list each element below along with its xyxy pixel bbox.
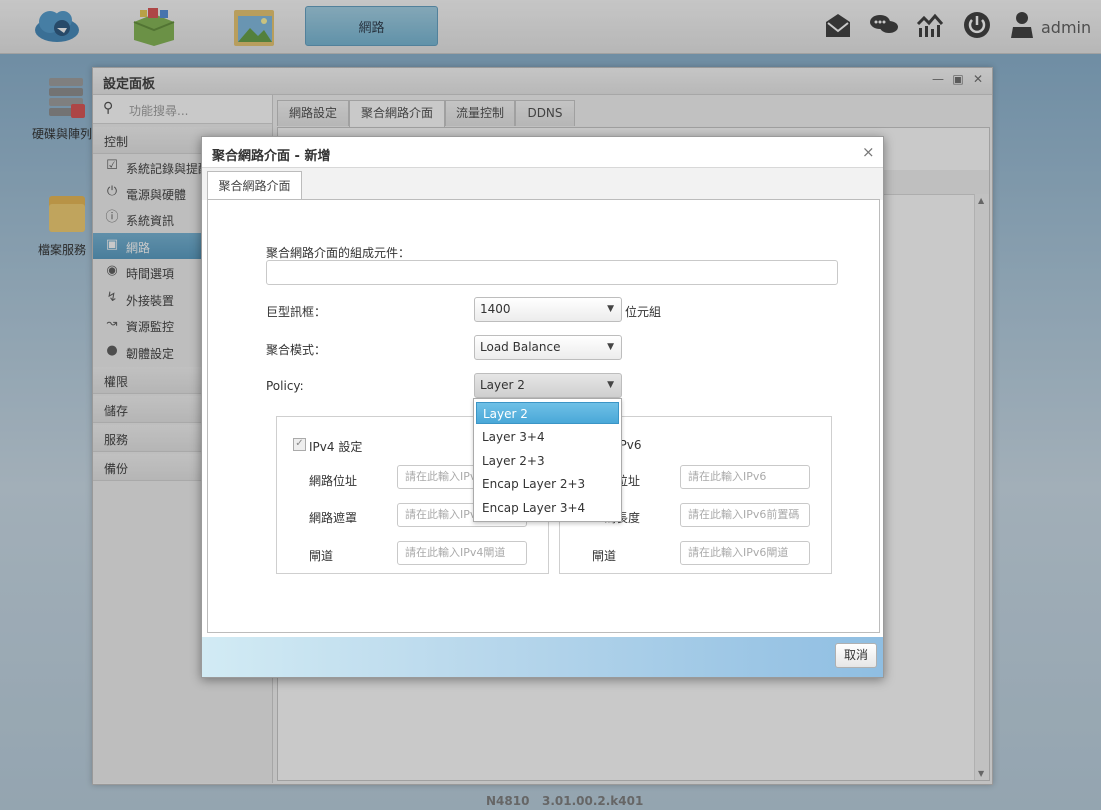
aggregation-mode-value: Load Balance (480, 340, 561, 354)
ipv4-label: IPv4 設定 (309, 440, 363, 454)
dialog-footer: 取消 (202, 637, 883, 677)
ipv6-gateway-label: 閘道 (592, 549, 617, 563)
policy-option-layer2[interactable]: Layer 2 (476, 402, 619, 424)
dialog-tab-label: 聚合網路介面 (218, 179, 291, 193)
dialog-tab-aggregation[interactable]: 聚合網路介面 (207, 171, 302, 200)
cancel-button[interactable]: 取消 (835, 643, 877, 668)
ipv4-mask-label: 網路遮罩 (309, 511, 358, 525)
dialog-close-icon[interactable]: × (862, 143, 875, 161)
dialog-title: 聚合網路介面 - 新增 (212, 149, 331, 164)
members-label: 聚合網路介面的組成元件： (266, 246, 411, 260)
policy-option-encap-layer2-3[interactable]: Encap Layer 2+3 (476, 473, 619, 495)
aggregation-mode-select[interactable]: Load Balance ▼ (474, 335, 622, 360)
jumbo-frame-label: 巨型訊框： (266, 305, 327, 319)
ipv6-address-input[interactable]: 請在此輸入IPv6 (680, 465, 810, 489)
ipv6-prefix-input[interactable]: 請在此輸入IPv6前置碼 (680, 503, 810, 527)
chevron-down-icon: ▼ (607, 342, 614, 352)
ipv4-gateway-label: 閘道 (309, 549, 334, 563)
policy-select[interactable]: Layer 2 ▼ (474, 373, 622, 398)
jumbo-frame-value: 1400 (480, 302, 511, 316)
aggregation-mode-label: 聚合模式： (266, 343, 327, 357)
dialog-tabbar: 聚合網路介面 (202, 168, 883, 200)
policy-label: Policy: (266, 379, 304, 393)
members-field[interactable] (266, 260, 838, 285)
policy-dropdown-list: Layer 2 Layer 3+4 Layer 2+3 Encap Layer … (473, 398, 622, 522)
ipv4-address-label: 網路位址 (309, 474, 358, 488)
chevron-down-icon: ▼ (607, 380, 614, 390)
ipv4-gateway-input[interactable]: 請在此輸入IPv4閘道 (397, 541, 527, 565)
ipv4-checkbox[interactable]: ✓ (293, 438, 306, 451)
jumbo-frame-unit: 位元組 (625, 305, 662, 319)
chevron-down-icon: ▼ (607, 304, 614, 314)
policy-option-layer2-3[interactable]: Layer 2+3 (476, 450, 619, 472)
dialog-titlebar: 聚合網路介面 - 新增 × (202, 137, 883, 168)
jumbo-frame-select[interactable]: 1400 ▼ (474, 297, 622, 322)
ipv6-gateway-input[interactable]: 請在此輸入IPv6閘道 (680, 541, 810, 565)
policy-value: Layer 2 (480, 378, 525, 392)
policy-option-encap-layer3-4[interactable]: Encap Layer 3+4 (476, 497, 619, 519)
policy-option-layer3-4[interactable]: Layer 3+4 (476, 426, 619, 448)
